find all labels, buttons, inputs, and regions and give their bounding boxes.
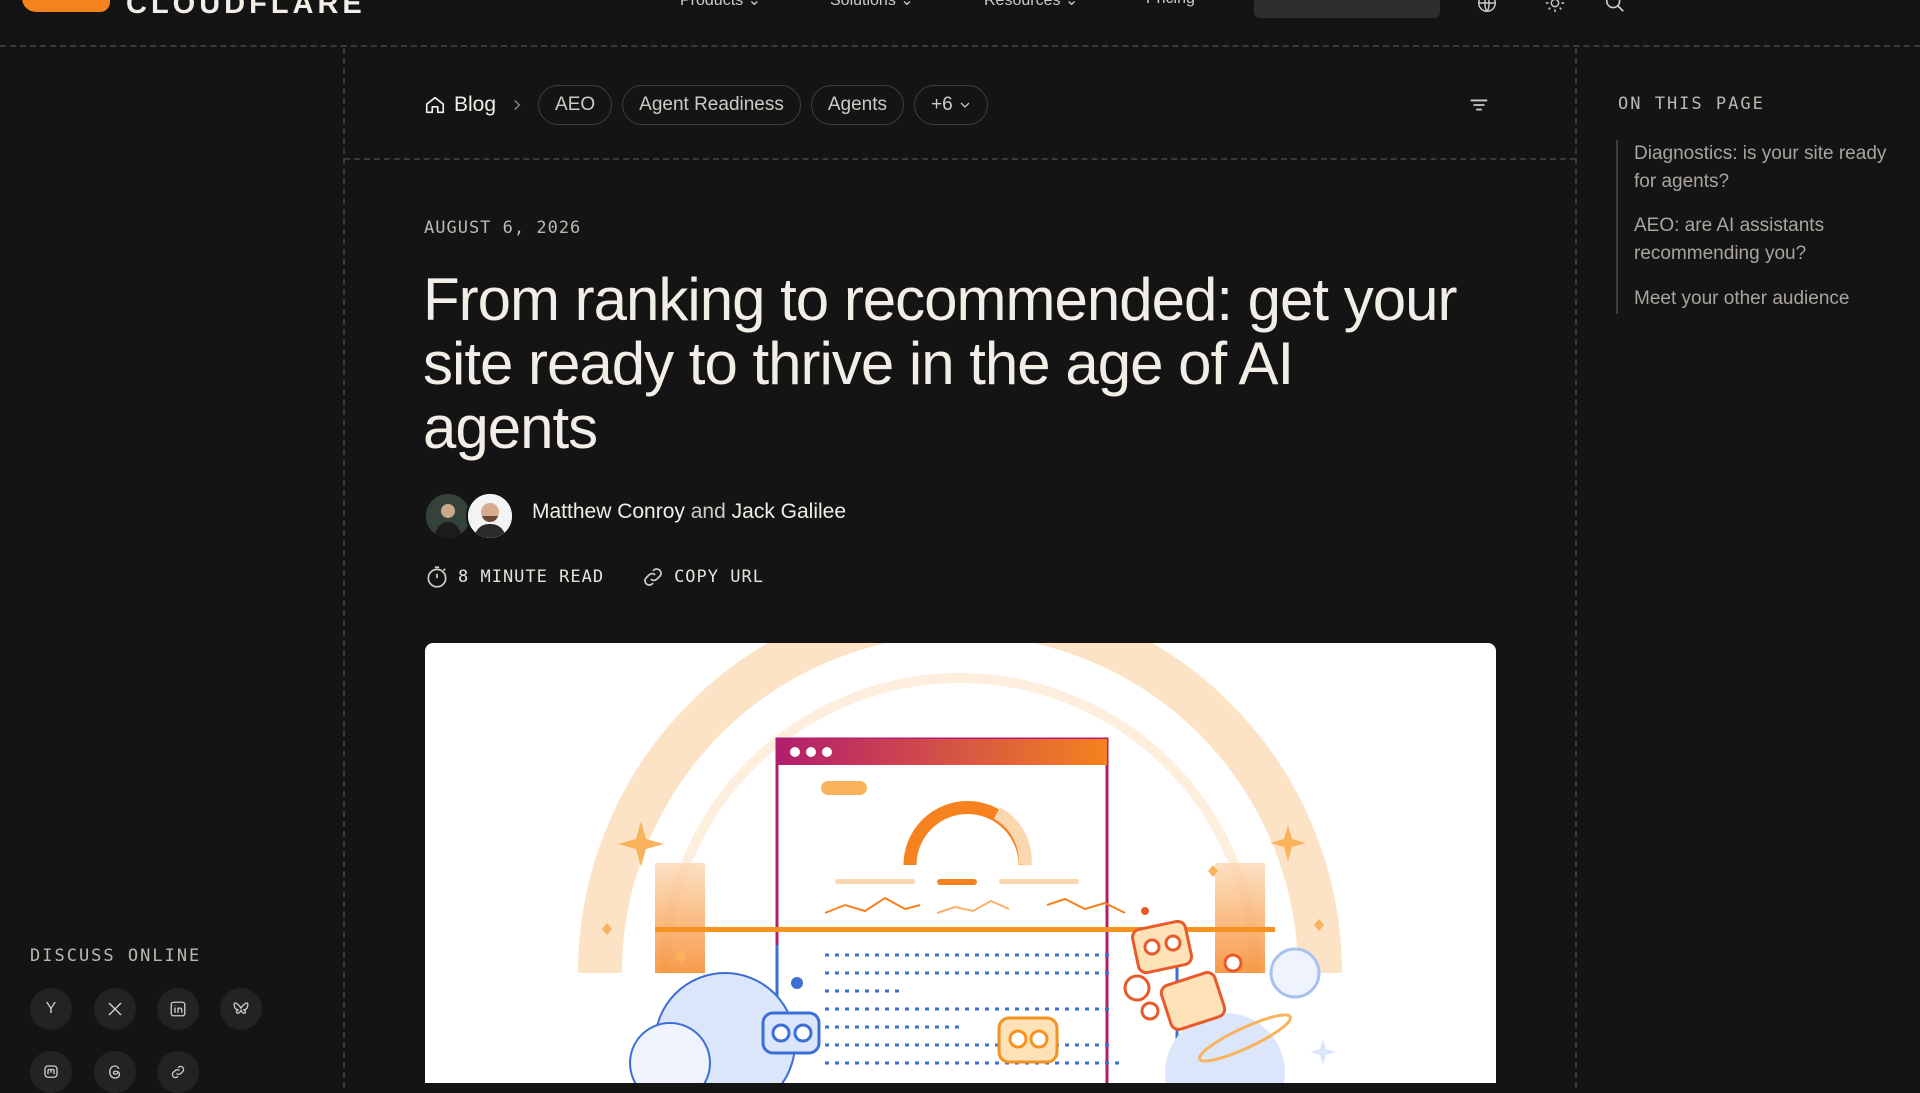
author-joiner: and: [690, 500, 726, 523]
post-title: From ranking to recommended: get your si…: [423, 266, 1457, 461]
nav-products[interactable]: Products ⌄: [680, 0, 761, 10]
content-guide-left: [343, 48, 345, 1088]
globe-icon[interactable]: [1476, 0, 1498, 14]
more-tags-button[interactable]: +6: [914, 85, 988, 125]
hero-illustration: [425, 643, 1496, 1083]
brand-name[interactable]: CLOUDFLARE: [126, 0, 366, 21]
avatar[interactable]: [466, 492, 514, 540]
tag-agent-readiness[interactable]: Agent Readiness: [622, 85, 801, 125]
author-avatars: [424, 492, 516, 540]
bluesky-share-button[interactable]: [220, 988, 262, 1030]
toc-link[interactable]: AEO: are AI assistants recommending you?: [1634, 212, 1894, 268]
author-link[interactable]: Matthew Conroy: [532, 500, 685, 523]
nav-pricing[interactable]: Pricing: [1146, 0, 1195, 8]
post-date: AUGUST 6, 2026: [424, 218, 582, 238]
copy-url-button[interactable]: COPY URL: [640, 564, 764, 590]
mastodon-icon: [44, 1065, 58, 1078]
nav-cta-button[interactable]: [1254, 0, 1440, 18]
toc-link[interactable]: Meet your other audience: [1634, 285, 1894, 313]
nav-resources[interactable]: Resources ⌄: [984, 0, 1078, 10]
nav-solutions[interactable]: Solutions ⌄: [830, 0, 914, 10]
author-byline: Matthew Conroy and Jack Galilee: [532, 500, 846, 524]
threads-icon: [109, 1065, 121, 1079]
chevron-right-icon: [514, 99, 521, 111]
content-guide-right: [1575, 48, 1577, 1088]
breadcrumb-blog-link[interactable]: Blog: [454, 93, 496, 117]
home-icon[interactable]: [424, 94, 446, 116]
read-time: 8 MINUTE READ: [424, 564, 604, 590]
bluesky-icon: [233, 1002, 249, 1014]
chevron-down-icon: [960, 102, 970, 108]
search-icon[interactable]: [1604, 0, 1626, 14]
tag-aeo[interactable]: AEO: [538, 85, 613, 125]
hacker-news-share-button[interactable]: Y: [30, 988, 72, 1030]
tag-agents[interactable]: Agents: [810, 85, 905, 125]
mastodon-share-button[interactable]: [30, 1051, 72, 1093]
x-icon: [108, 1002, 122, 1016]
breadcrumb-divider: [344, 158, 1576, 160]
more-tags-count: +6: [931, 94, 953, 115]
sun-icon[interactable]: [1544, 0, 1566, 14]
linkedin-icon: [170, 1001, 186, 1017]
filter-icon[interactable]: [1468, 94, 1490, 116]
stopwatch-icon: [427, 566, 447, 588]
top-navigation: CLOUDFLARE Products ⌄ Solutions ⌄ Resour…: [0, 0, 1920, 47]
linkedin-share-button[interactable]: [157, 988, 199, 1030]
post-meta: 8 MINUTE READ COPY URL: [424, 564, 800, 590]
threads-share-button[interactable]: [94, 1051, 136, 1093]
cloudflare-logo-icon[interactable]: [22, 0, 110, 12]
link-icon: [171, 1065, 185, 1079]
toc-rail: [1616, 140, 1618, 314]
copy-link-share-button[interactable]: [157, 1051, 199, 1093]
toc-link[interactable]: Diagnostics: is your site ready for agen…: [1634, 140, 1894, 196]
toc-heading: ON THIS PAGE: [1618, 94, 1765, 114]
link-icon: [644, 568, 662, 586]
hacker-news-icon: Y: [45, 1000, 57, 1017]
x-share-button[interactable]: [94, 988, 136, 1030]
author-link[interactable]: Jack Galilee: [732, 500, 846, 523]
ai-agents-illustration: [578, 643, 1342, 1083]
avatar[interactable]: [424, 492, 472, 540]
discuss-heading: DISCUSS ONLINE: [30, 946, 202, 966]
breadcrumb: Blog AEO Agent Readiness Agents +6: [424, 84, 998, 126]
